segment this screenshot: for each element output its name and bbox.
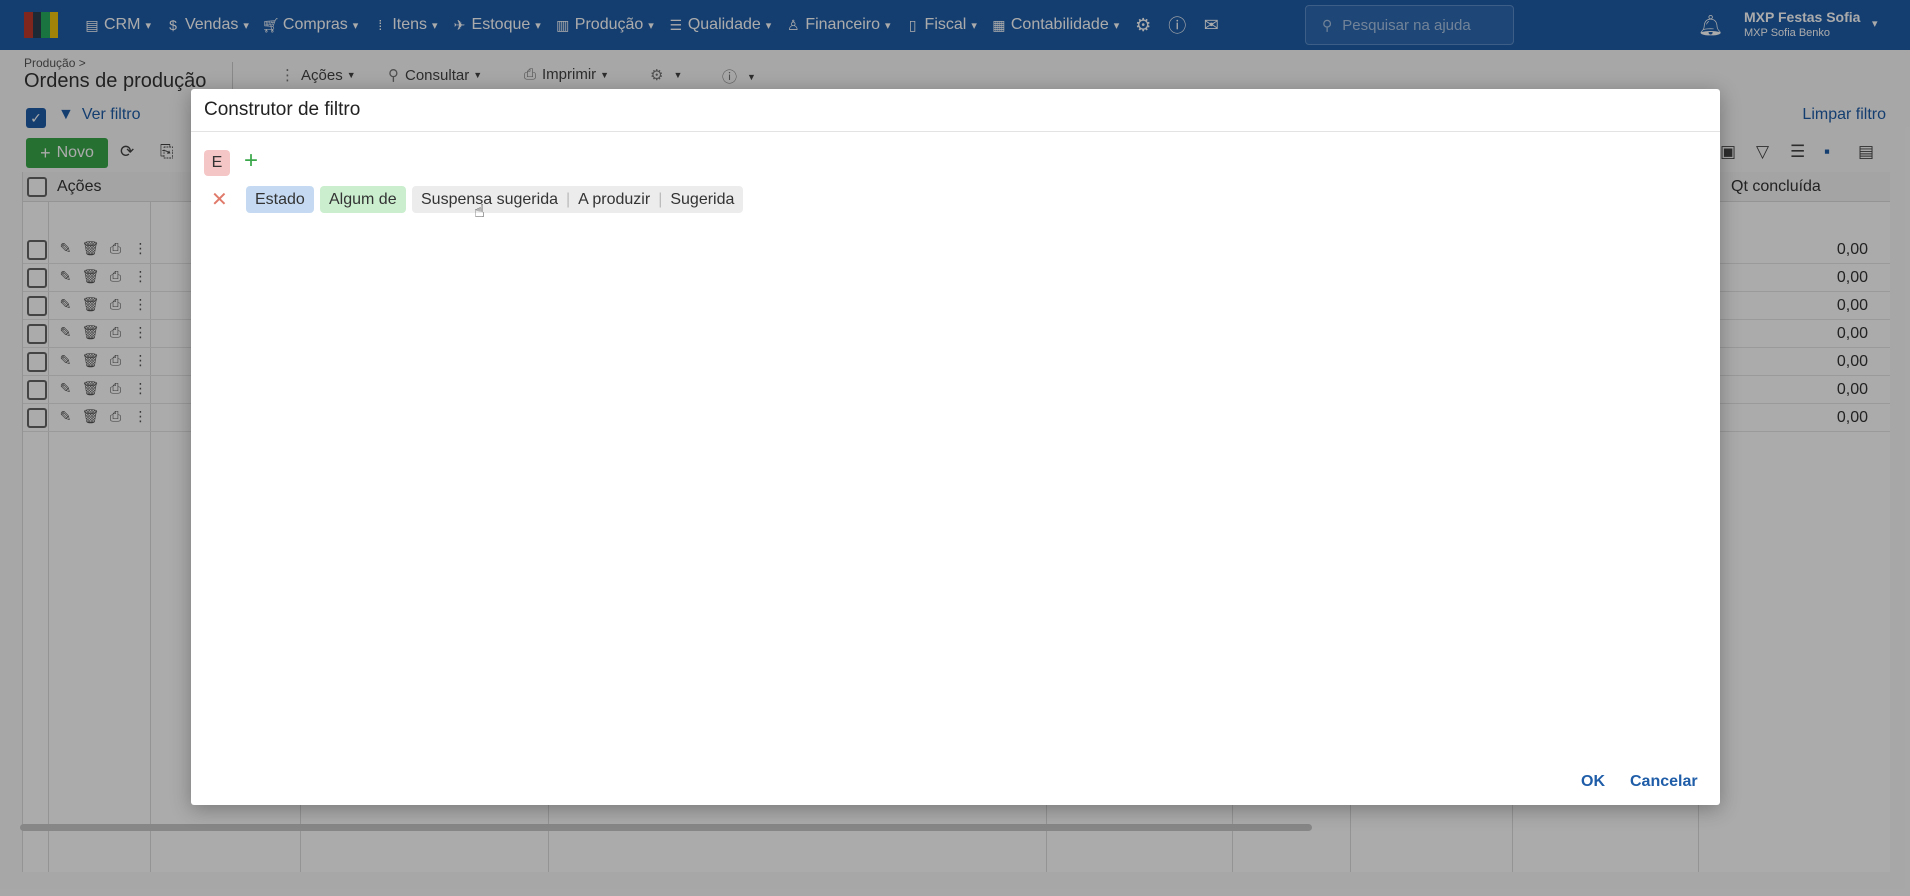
value-separator: | [658, 191, 663, 208]
condition-values-chip[interactable]: Suspensa sugerida | A produzir | Sugerid… [412, 186, 744, 213]
condition-field-chip[interactable]: Estado [246, 186, 314, 213]
divider [191, 131, 1720, 132]
condition-value[interactable]: Sugerida [670, 186, 734, 213]
remove-condition-icon[interactable]: ✕ [211, 187, 228, 212]
condition-operator-chip[interactable]: Algum de [320, 186, 406, 213]
value-separator: | [565, 191, 571, 208]
group-operator-button[interactable]: E [204, 150, 230, 176]
add-condition-icon[interactable]: + [244, 147, 258, 175]
condition-value[interactable]: Suspensa sugerida [421, 186, 558, 213]
hand-cursor-icon: ☝ [474, 201, 485, 221]
filter-builder-dialog: Construtor de filtro E + ✕ Estado Algum … [191, 89, 1720, 805]
cancel-button[interactable]: Cancelar [1630, 773, 1698, 791]
ok-button[interactable]: OK [1581, 773, 1605, 791]
condition-value[interactable]: A produzir [578, 186, 650, 213]
dialog-title: Construtor de filtro [204, 99, 361, 120]
